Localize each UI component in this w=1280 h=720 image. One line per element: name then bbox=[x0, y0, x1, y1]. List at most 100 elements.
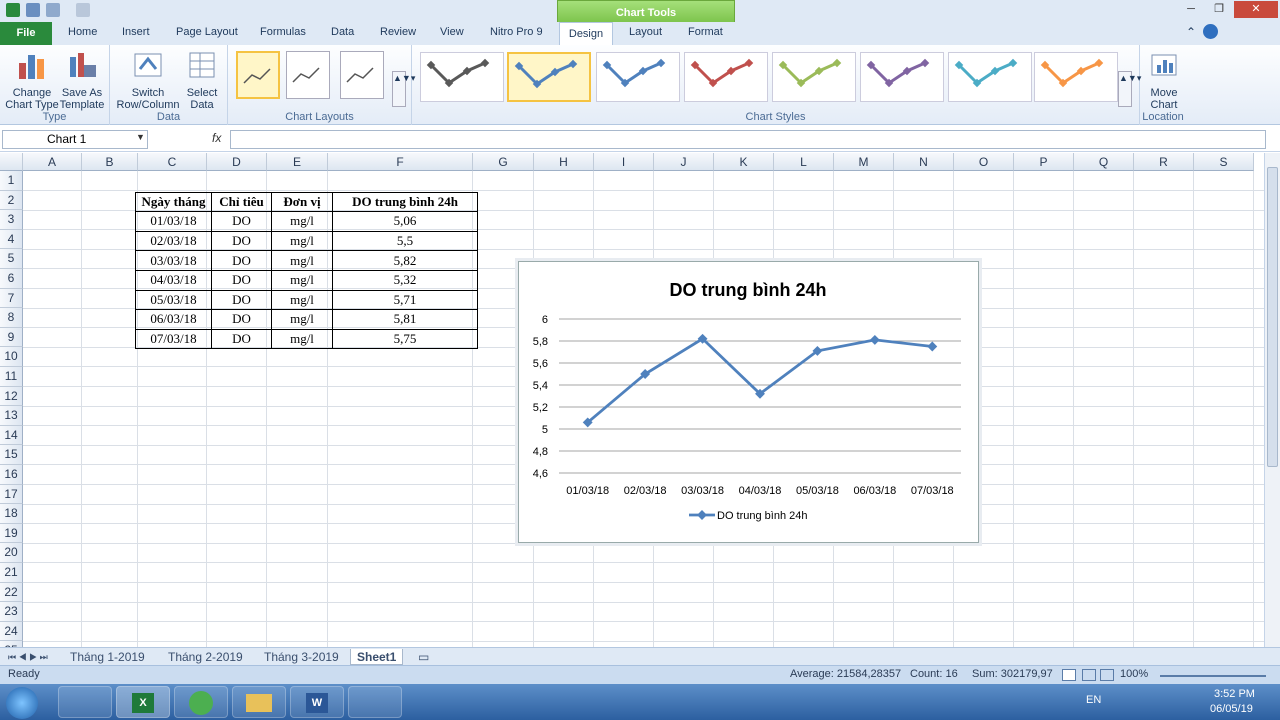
sheet-nav-arrows[interactable]: ⏮ ◀ ▶ ⏭ bbox=[2, 649, 54, 665]
row-header-14[interactable]: 14 bbox=[0, 425, 23, 446]
column-header-P[interactable]: P bbox=[1014, 153, 1074, 171]
explorer-taskbar-icon[interactable] bbox=[232, 686, 286, 718]
close-button[interactable]: ✕ bbox=[1234, 1, 1278, 18]
app-icon-6[interactable] bbox=[348, 686, 402, 718]
table-cell[interactable]: DO bbox=[211, 211, 272, 232]
chart-style-3[interactable] bbox=[596, 52, 680, 102]
layout-thumb-3[interactable] bbox=[340, 51, 384, 99]
fx-icon[interactable]: fx bbox=[212, 131, 221, 145]
table-cell[interactable]: mg/l bbox=[271, 250, 333, 271]
tab-nitro[interactable]: Nitro Pro 9 bbox=[490, 26, 543, 38]
select-data-button[interactable]: Select Data bbox=[182, 49, 222, 111]
row-header-5[interactable]: 5 bbox=[0, 249, 23, 269]
table-cell[interactable]: DO bbox=[211, 289, 272, 311]
switch-row-column-button[interactable]: Switch Row/Column bbox=[116, 49, 180, 111]
row-header-18[interactable]: 18 bbox=[0, 504, 23, 524]
chevron-down-icon[interactable]: ▼ bbox=[136, 132, 145, 142]
row-header-3[interactable]: 3 bbox=[0, 210, 23, 230]
table-cell[interactable]: 02/03/18 bbox=[135, 230, 212, 252]
row-header-23[interactable]: 23 bbox=[0, 602, 23, 622]
column-header-R[interactable]: R bbox=[1134, 153, 1194, 171]
table-header[interactable]: Đơn vị bbox=[271, 191, 333, 213]
restore-button[interactable]: ❐ bbox=[1206, 1, 1232, 18]
column-header-H[interactable]: H bbox=[534, 153, 594, 171]
tab-file[interactable]: File bbox=[0, 22, 52, 45]
row-header-16[interactable]: 16 bbox=[0, 465, 23, 485]
styles-more-button[interactable]: ▲▼▾ bbox=[1118, 71, 1141, 107]
change-chart-type-button[interactable]: Change Chart Type bbox=[4, 49, 60, 111]
layouts-more-button[interactable]: ▲▼▾ bbox=[392, 71, 415, 107]
layout-thumb-2[interactable] bbox=[286, 51, 330, 99]
minimize-button[interactable]: ─ bbox=[1178, 1, 1204, 18]
tab-review[interactable]: Review bbox=[380, 26, 416, 38]
sheet-tab-2[interactable]: Tháng 2-2019 bbox=[162, 649, 249, 665]
column-header-D[interactable]: D bbox=[207, 153, 267, 171]
chart-style-6[interactable] bbox=[860, 52, 944, 102]
table-cell[interactable]: 5,71 bbox=[332, 289, 478, 311]
page-layout-view-icon[interactable] bbox=[1082, 669, 1096, 681]
app-icon-1[interactable] bbox=[58, 686, 112, 718]
table-header[interactable]: Chỉ tiêu bbox=[211, 191, 272, 213]
sheet-tab-1[interactable]: Tháng 1-2019 bbox=[64, 649, 151, 665]
table-cell[interactable]: mg/l bbox=[271, 289, 333, 311]
row-header-4[interactable]: 4 bbox=[0, 229, 23, 250]
row-header-6[interactable]: 6 bbox=[0, 269, 23, 289]
select-all-corner[interactable] bbox=[0, 153, 23, 171]
row-header-22[interactable]: 22 bbox=[0, 582, 23, 603]
page-break-view-icon[interactable] bbox=[1100, 669, 1114, 681]
name-box[interactable]: Chart 1 bbox=[2, 130, 148, 149]
help-icon[interactable] bbox=[1203, 24, 1218, 39]
column-header-G[interactable]: G bbox=[473, 153, 534, 171]
word-taskbar-icon[interactable]: W bbox=[290, 686, 344, 718]
column-header-I[interactable]: I bbox=[594, 153, 654, 171]
move-chart-button[interactable]: Move Chart bbox=[1144, 49, 1184, 111]
insert-sheet-icon[interactable]: ▭ bbox=[412, 649, 435, 665]
chart-style-7[interactable] bbox=[948, 52, 1032, 102]
clock-time[interactable]: 3:52 PM bbox=[1214, 688, 1255, 700]
sheet-tab-active[interactable]: Sheet1 bbox=[350, 649, 404, 665]
vertical-scrollbar[interactable] bbox=[1264, 153, 1280, 647]
table-cell[interactable]: 5,32 bbox=[332, 269, 478, 291]
table-cell[interactable]: mg/l bbox=[271, 211, 333, 232]
table-cell[interactable]: mg/l bbox=[271, 309, 333, 330]
column-header-C[interactable]: C bbox=[138, 153, 207, 171]
formula-input[interactable] bbox=[230, 130, 1266, 149]
table-cell[interactable]: DO bbox=[211, 309, 272, 330]
chart-style-4[interactable] bbox=[684, 52, 768, 102]
chart-style-5[interactable] bbox=[772, 52, 856, 102]
column-header-K[interactable]: K bbox=[714, 153, 774, 171]
table-cell[interactable]: mg/l bbox=[271, 269, 333, 291]
sheet-tab-3[interactable]: Tháng 3-2019 bbox=[258, 649, 345, 665]
column-header-E[interactable]: E bbox=[267, 153, 328, 171]
row-header-10[interactable]: 10 bbox=[0, 347, 23, 367]
scroll-thumb[interactable] bbox=[1267, 167, 1278, 467]
row-header-1[interactable]: 1 bbox=[0, 171, 23, 191]
save-as-template-button[interactable]: Save As Template bbox=[58, 49, 106, 111]
row-header-13[interactable]: 13 bbox=[0, 406, 23, 426]
layout-thumb-1[interactable] bbox=[236, 51, 280, 99]
table-cell[interactable]: 01/03/18 bbox=[135, 211, 212, 232]
column-header-J[interactable]: J bbox=[654, 153, 714, 171]
table-header[interactable]: DO trung bình 24h bbox=[332, 191, 478, 213]
row-header-15[interactable]: 15 bbox=[0, 445, 23, 465]
excel-taskbar-icon[interactable]: X bbox=[116, 686, 170, 718]
row-header-2[interactable]: 2 bbox=[0, 190, 23, 211]
column-header-N[interactable]: N bbox=[894, 153, 954, 171]
tab-data[interactable]: Data bbox=[331, 26, 354, 38]
table-cell[interactable]: 5,5 bbox=[332, 230, 478, 252]
row-header-20[interactable]: 20 bbox=[0, 543, 23, 563]
table-cell[interactable]: 03/03/18 bbox=[135, 250, 212, 271]
row-header-8[interactable]: 8 bbox=[0, 308, 23, 328]
table-cell[interactable]: 5,81 bbox=[332, 309, 478, 330]
table-cell[interactable]: 5,82 bbox=[332, 250, 478, 271]
table-cell[interactable]: 04/03/18 bbox=[135, 269, 212, 291]
ribbon-collapse-icon[interactable]: ⌃ bbox=[1186, 25, 1196, 39]
column-header-L[interactable]: L bbox=[774, 153, 834, 171]
table-cell[interactable]: 06/03/18 bbox=[135, 309, 212, 330]
table-cell[interactable]: 05/03/18 bbox=[135, 289, 212, 311]
column-header-S[interactable]: S bbox=[1194, 153, 1254, 171]
row-header-24[interactable]: 24 bbox=[0, 621, 23, 642]
row-header-17[interactable]: 17 bbox=[0, 484, 23, 505]
zoom-slider[interactable] bbox=[1160, 675, 1266, 677]
table-cell[interactable]: DO bbox=[211, 230, 272, 252]
